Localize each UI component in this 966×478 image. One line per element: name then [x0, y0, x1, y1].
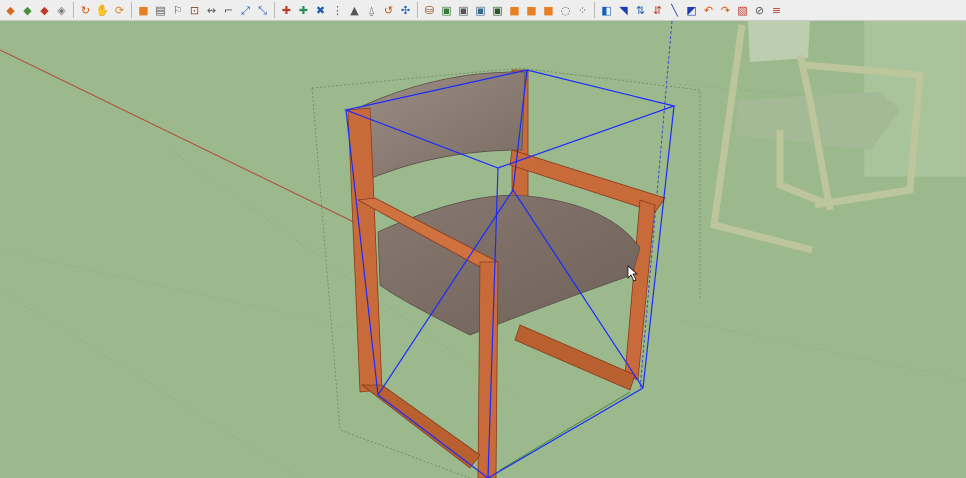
walk-icon[interactable]: ▣	[438, 2, 455, 19]
shadow-icon[interactable]: ▣	[489, 2, 506, 19]
position-camera-icon[interactable]: ▣	[472, 2, 489, 19]
toolbar-separator	[274, 2, 275, 18]
chair-component[interactable]	[347, 69, 666, 478]
flip-edge-icon[interactable]: ⤢	[237, 2, 254, 19]
toolbar-separator	[131, 2, 132, 18]
page-icon[interactable]: ▧	[734, 2, 751, 19]
align-up-icon[interactable]: ⇅	[632, 2, 649, 19]
top-view-icon[interactable]: ◆	[19, 2, 36, 19]
ghost-chair[interactable]	[710, 21, 966, 254]
look-around-icon[interactable]: ▣	[455, 2, 472, 19]
lasso-icon[interactable]: ◌	[557, 2, 574, 19]
grid-icon[interactable]: ⋮	[329, 2, 346, 19]
toolbar-separator	[73, 2, 74, 18]
undo-icon[interactable]: ↶	[700, 2, 717, 19]
smoove-icon[interactable]: ⚐	[169, 2, 186, 19]
zoom-icon[interactable]: ⟳	[111, 2, 128, 19]
toolbar-separator	[417, 2, 418, 18]
style-b-icon[interactable]: ■	[540, 2, 557, 19]
push-pull-icon[interactable]: ✚	[295, 2, 312, 19]
style-a-icon[interactable]: ■	[523, 2, 540, 19]
line-icon[interactable]: ╲	[666, 2, 683, 19]
protractor-icon[interactable]: ⍙	[363, 2, 380, 19]
menu-icon[interactable]: ≡	[768, 2, 785, 19]
outliner-icon[interactable]: ⊘	[751, 2, 768, 19]
from-scratch-icon[interactable]: ▤	[152, 2, 169, 19]
mirror-icon[interactable]: ◩	[683, 2, 700, 19]
add-detail-icon[interactable]: ⌐	[220, 2, 237, 19]
section-icon[interactable]: ⛁	[421, 2, 438, 19]
front-view-icon[interactable]: ◆	[36, 2, 53, 19]
follow-me-icon[interactable]: ↺	[380, 2, 397, 19]
axes-icon[interactable]: ✣	[397, 2, 414, 19]
from-contours-icon[interactable]: ■	[135, 2, 152, 19]
red-axis	[0, 49, 361, 226]
tape-icon[interactable]: ▲	[346, 2, 363, 19]
select-points-icon[interactable]: ⁘	[574, 2, 591, 19]
align-down-icon[interactable]: ⇵	[649, 2, 666, 19]
move-icon[interactable]: ✚	[278, 2, 295, 19]
curve-icon[interactable]: ⤡	[254, 2, 271, 19]
toolbar: ◆ ◆ ◆ ◈ ↻ ✋ ⟳ ■ ▤ ⚐ ⊡ ↭ ⌐ ⤢ ⤡ ✚ ✚ ✖ ⋮ ▲ ⍙ ↺ ✣ ⛁ ▣ ▣ ▣ ▣ ■ ■ ■ ◌ ⁘ ◧ ◥ ⇅ ⇵ ╲ ◩ ↶…	[0, 0, 966, 21]
pan-icon[interactable]: ✋	[94, 2, 111, 19]
orbit-icon[interactable]: ↻	[77, 2, 94, 19]
right-view-icon[interactable]: ◈	[53, 2, 70, 19]
toolbar-separator	[594, 2, 595, 18]
redo-icon[interactable]: ↷	[717, 2, 734, 19]
scene-canvas[interactable]	[0, 21, 966, 478]
iso-view-icon[interactable]: ◆	[2, 2, 19, 19]
flip-icon[interactable]: ◥	[615, 2, 632, 19]
green-axis	[499, 391, 631, 471]
fog-icon[interactable]: ■	[506, 2, 523, 19]
component-icon[interactable]: ◧	[598, 2, 615, 19]
stamp-icon[interactable]: ⊡	[186, 2, 203, 19]
rotate-icon[interactable]: ✖	[312, 2, 329, 19]
drape-icon[interactable]: ↭	[203, 2, 220, 19]
model-viewport[interactable]	[0, 21, 966, 478]
